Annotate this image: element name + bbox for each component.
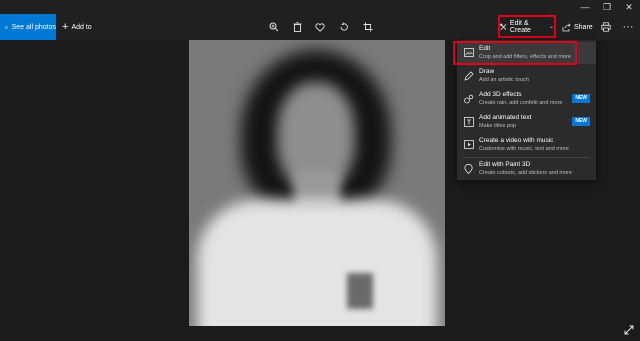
share-icon: [562, 22, 571, 31]
menu-item-title: Add animated text: [479, 114, 532, 121]
fullscreen-expand-icon[interactable]: [623, 324, 635, 336]
delete-icon[interactable]: [289, 19, 305, 35]
add-to-label: Add to: [71, 23, 92, 31]
edit-create-label: Edit & Create: [509, 19, 531, 34]
chevron-down-icon: ⌄: [548, 24, 554, 30]
see-all-photos-button[interactable]: See all photos: [0, 14, 56, 40]
edit-create-button[interactable]: Edit & Create ⌄: [498, 15, 556, 38]
menu-item-title: Create a video with music: [479, 137, 554, 144]
more-options-icon[interactable]: ···: [620, 19, 636, 35]
menu-item-subtitle: Add an artistic touch: [479, 77, 529, 83]
3d-effects-icon: [463, 93, 474, 104]
title-bar: — ❐ ✕: [0, 0, 640, 14]
menu-item-subtitle: Make titles pop: [479, 123, 516, 129]
maximize-icon[interactable]: ❐: [596, 0, 618, 14]
animated-text-icon: [463, 116, 474, 127]
close-icon[interactable]: ✕: [618, 0, 640, 14]
menu-item-title: Edit with Paint 3D: [479, 161, 531, 168]
plus-icon: +: [62, 21, 69, 33]
add-to-button[interactable]: + Add to: [62, 14, 92, 40]
edit-highlight-frame: [453, 41, 577, 65]
new-badge: NEW: [572, 94, 590, 103]
menu-item-title: Draw: [479, 68, 495, 75]
edit-create-icon: [500, 23, 507, 30]
rotate-icon[interactable]: [336, 19, 352, 35]
photos-icon: [5, 25, 8, 29]
minimize-icon[interactable]: —: [574, 0, 596, 14]
menu-item-animated-text[interactable]: Add animated text Make titles pop NEW: [457, 111, 596, 133]
photo-image: [189, 40, 445, 326]
zoom-icon[interactable]: [266, 19, 282, 35]
menu-item-draw[interactable]: Draw Add an artistic touch: [457, 65, 596, 87]
new-badge: NEW: [572, 117, 590, 126]
share-label: Share: [574, 23, 593, 31]
pen-icon: [463, 70, 474, 81]
menu-item-subtitle: Customise with music, text and more: [479, 146, 569, 152]
see-all-photos-label: See all photos: [11, 23, 56, 31]
video-icon: [463, 139, 474, 150]
menu-item-subtitle: Create rain, add confetti and more: [479, 100, 563, 106]
print-icon[interactable]: [598, 19, 614, 35]
crop-icon[interactable]: [360, 19, 376, 35]
menu-item-create-video[interactable]: Create a video with music Customise with…: [457, 134, 596, 156]
favorite-heart-icon[interactable]: [312, 19, 328, 35]
share-button[interactable]: Share: [562, 14, 593, 40]
menu-item-title: Add 3D effects: [479, 91, 522, 98]
menu-item-3d-effects[interactable]: Add 3D effects Create rain, add confetti…: [457, 88, 596, 110]
toolbar: See all photos + Add to Edit & Create ⌄ …: [0, 14, 640, 40]
menu-item-paint-3d[interactable]: Edit with Paint 3D Create cutouts, add s…: [457, 158, 596, 180]
paint3d-icon: [463, 163, 474, 174]
menu-item-subtitle: Create cutouts, add stickers and more: [479, 170, 572, 176]
